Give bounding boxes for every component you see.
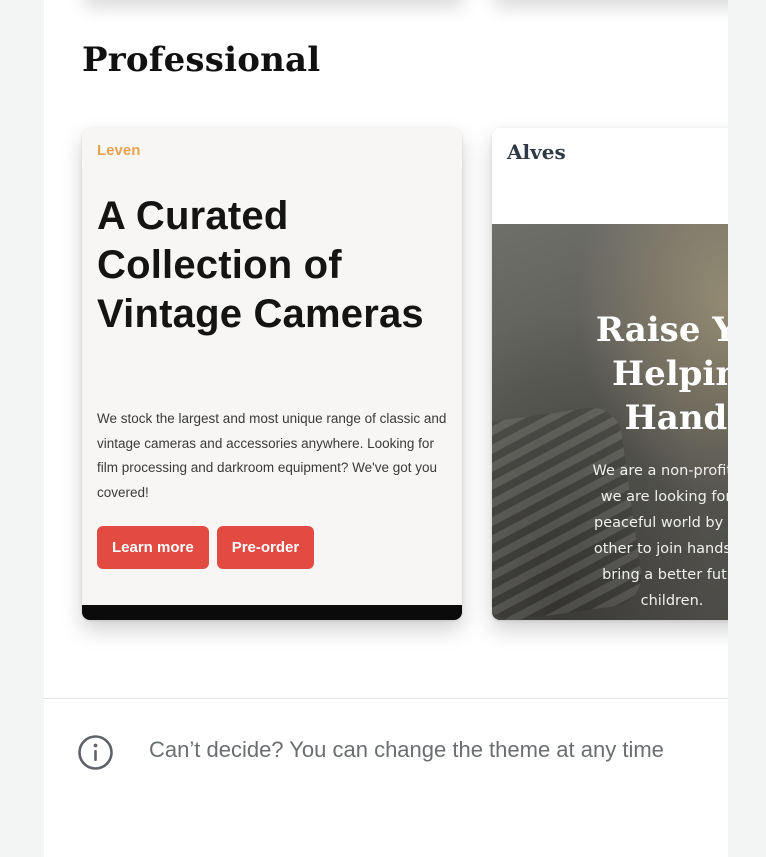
learn-more-button[interactable]: Learn more [97, 526, 209, 569]
theme-hero-image: Raise Yo Helpin Hand We are a non-profit… [492, 224, 728, 620]
theme-hint-text: Can’t decide? You can change the theme a… [149, 737, 664, 762]
theme-card-leven[interactable]: Leven A Curated Collection of Vintage Ca… [82, 128, 462, 620]
divider [44, 698, 728, 699]
theme-button-group: Learn more Pre-order [97, 526, 315, 569]
theme-headline: Raise Yo Helpin Hand [595, 310, 728, 438]
theme-brand-name: Alves [507, 140, 566, 164]
theme-body-text: We are a non-profit or we are looking fo… [592, 463, 728, 609]
theme-picker-panel: Professional Leven A Curated Collection … [44, 0, 728, 857]
section-title: Professional [82, 40, 321, 80]
theme-card-alves[interactable]: Alves Raise Yo Helpin Hand We are a non-… [492, 128, 728, 620]
theme-headline: A Curated Collection of Vintage Cameras [97, 194, 424, 336]
theme-brand-name: Leven [97, 142, 141, 159]
info-icon [78, 735, 113, 770]
pre-order-button[interactable]: Pre-order [216, 526, 315, 569]
theme-footer-bar [82, 605, 462, 620]
theme-body-text: We stock the largest and most unique ran… [97, 411, 447, 500]
